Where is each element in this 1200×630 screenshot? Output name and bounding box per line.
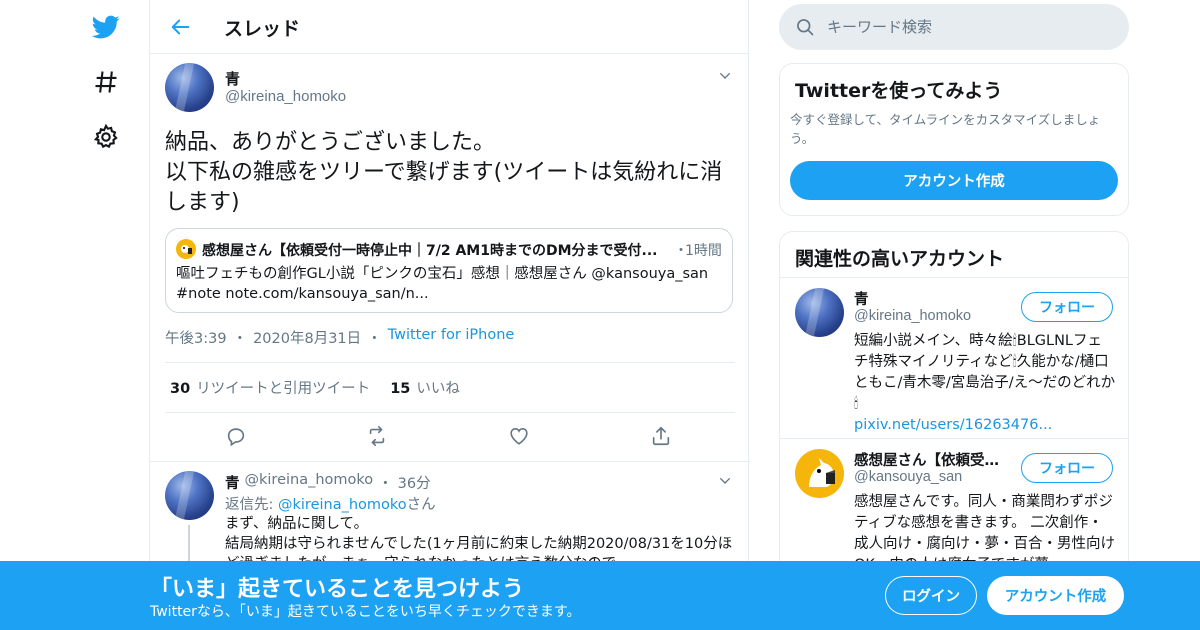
account-name[interactable]: 青: [854, 288, 1004, 309]
signup-banner: 「いま」起きていることを見つけよう Twitterなら、「いま」起きていることを…: [0, 561, 1200, 630]
search-input[interactable]: [827, 4, 1117, 50]
tweet-author-name[interactable]: 青: [225, 68, 240, 89]
arrow-left-icon[interactable]: [170, 16, 192, 38]
quoted-tweet[interactable]: 感想屋さん【依頼受付一時停止中｜7/2 AM1時までのDM分まで受付... ・ …: [165, 228, 733, 313]
tweet-meta: 午後3:39 ・ 2020年8月31日 ・ Twitter for iPhone: [165, 327, 514, 348]
main-column: スレッド 青 @kireina_homoko 納品、ありがとうございました。 以…: [149, 0, 750, 630]
search-box: [779, 4, 1129, 50]
reply-time[interactable]: 36分: [398, 472, 431, 493]
follow-button[interactable]: フォロー: [1021, 292, 1113, 322]
retweets-label: リツイートと引用ツイート: [196, 381, 371, 397]
heart-icon[interactable]: [508, 425, 532, 449]
retweets-stat[interactable]: 30 リツイートと引用ツイート: [170, 377, 370, 398]
likes-stat[interactable]: 15 いいね: [390, 377, 460, 398]
chevron-down-icon[interactable]: [717, 68, 733, 84]
avatar[interactable]: [795, 449, 844, 498]
page-title: スレッド: [224, 18, 301, 40]
reply-to-link[interactable]: @kireina_homoko: [278, 497, 407, 513]
quoted-author-name: 感想屋さん【依頼受付一時停止中｜7/2 AM1時までのDM分まで受付...: [202, 243, 658, 259]
tweet-date[interactable]: 2020年8月31日: [253, 327, 361, 348]
signup-card-subtitle: 今すぐ登録して、タイムラインをカスタマイズしましょう。: [790, 112, 1101, 146]
retweet-icon[interactable]: [366, 425, 390, 449]
reply-to-suffix: さん: [406, 497, 436, 513]
likes-count: 15: [390, 381, 411, 397]
reply-to-prefix: 返信先:: [225, 497, 278, 513]
gear-icon[interactable]: [92, 123, 120, 151]
related-account[interactable]: 青 @kireina_homoko フォロー 短編小説メイン、時々絵🕯BLGLN…: [780, 278, 1128, 439]
banner-title: 「いま」起きていることを見つけよう: [150, 577, 525, 602]
avatar[interactable]: [165, 471, 214, 520]
thread-line: [188, 525, 190, 565]
share-icon[interactable]: [650, 425, 674, 449]
main-header: スレッド: [150, 0, 748, 54]
chevron-down-icon[interactable]: [717, 473, 733, 489]
create-account-button[interactable]: アカウント作成: [790, 161, 1118, 200]
left-nav: [80, 0, 150, 630]
reply-author-name[interactable]: 青: [225, 472, 240, 493]
tweet-author-handle[interactable]: @kireina_homoko: [225, 88, 346, 105]
related-card-title: 関連性の高いアカウント: [795, 248, 1005, 270]
account-bio: 短編小説メイン、時々絵🕯BLGLNLフェチ特殊マイノリティなど🕯久能かな/樋口と…: [854, 331, 1116, 436]
reply-icon[interactable]: [225, 425, 249, 449]
search-icon: [795, 17, 815, 37]
meta-separator: ・: [232, 331, 248, 347]
quoted-time: 1時間: [685, 243, 722, 259]
reply-separator: ・: [378, 476, 393, 492]
reply-header: 青 @kireina_homoko ・ 36分: [225, 472, 431, 493]
signup-card: Twitterを使ってみよう 今すぐ登録して、タイムラインをカスタマイズしましょ…: [779, 63, 1129, 216]
login-button[interactable]: ログイン: [885, 576, 977, 615]
signup-card-title: Twitterを使ってみよう: [795, 80, 1003, 102]
divider: [165, 412, 735, 413]
account-name[interactable]: 感想屋さん【依頼受付一時停止中】: [854, 449, 1004, 470]
tweet-time[interactable]: 午後3:39: [165, 327, 227, 348]
banner-subtitle: Twitterなら、「いま」起きていることをいち早くチェックできます。: [150, 604, 581, 620]
quoted-avatar: [176, 239, 196, 259]
reply-author-handle[interactable]: @kireina_homoko: [245, 472, 374, 493]
tweet-actions: [150, 425, 750, 449]
quoted-text: 嘔吐フェチもの創作GL小説「ピンクの宝石」感想｜感想屋さん @kansouya_…: [176, 266, 709, 302]
reply-to-line: 返信先: @kireina_homokoさん: [225, 493, 436, 514]
account-handle[interactable]: @kireina_homoko: [854, 308, 971, 324]
banner-create-account-button[interactable]: アカウント作成: [987, 576, 1124, 615]
account-handle[interactable]: @kansouya_san: [854, 469, 962, 485]
avatar[interactable]: [165, 63, 214, 112]
divider: [150, 461, 750, 462]
tweet-source-link[interactable]: Twitter for iPhone: [388, 327, 515, 348]
tweet-stats: 30 リツイートと引用ツイート 15 いいね: [170, 377, 460, 398]
avatar[interactable]: [795, 288, 844, 337]
likes-label: いいね: [416, 381, 460, 397]
retweets-count: 30: [170, 381, 191, 397]
meta-separator: ・: [367, 331, 382, 347]
account-bio-text: 短編小説メイン、時々絵🕯BLGLNLフェチ特殊マイノリティなど🕯久能かな/樋口と…: [854, 333, 1116, 412]
hashtag-icon[interactable]: [92, 68, 120, 96]
tweet-text: 納品、ありがとうございました。 以下私の雑感をツリーで繋げます(ツイートは気紛れ…: [165, 130, 723, 215]
divider: [165, 362, 735, 363]
follow-button[interactable]: フォロー: [1021, 453, 1113, 483]
account-link[interactable]: pixiv.net/users/16263476...: [854, 415, 1116, 436]
twitter-bird-icon[interactable]: [92, 13, 120, 41]
